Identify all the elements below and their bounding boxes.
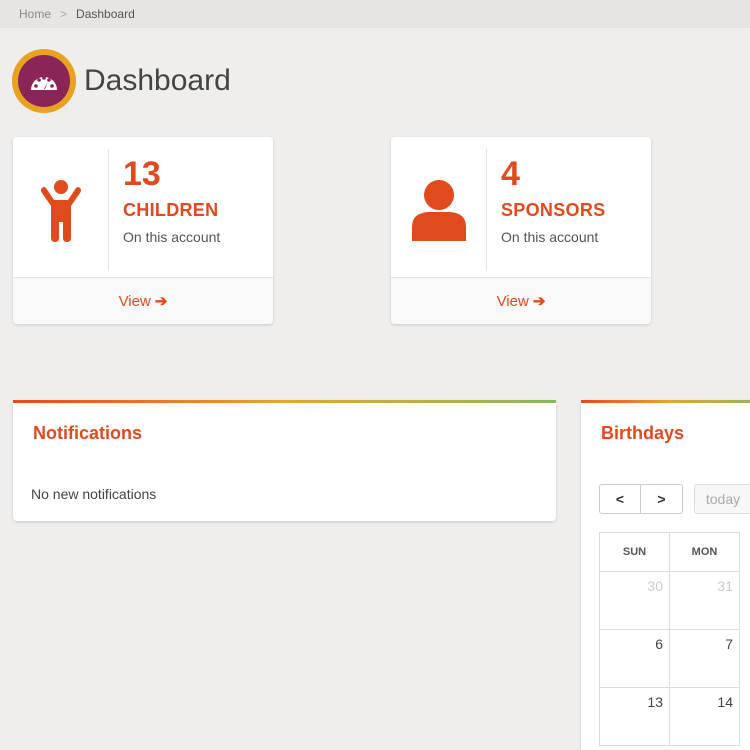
page-title: Dashboard — [84, 64, 231, 97]
notifications-panel: Notifications No new notifications — [13, 400, 556, 521]
breadcrumb-separator: > — [60, 7, 68, 21]
calendar-day[interactable]: 30 — [599, 571, 670, 630]
children-subtext: On this account — [123, 229, 221, 245]
breadcrumb: Home > Dashboard — [0, 0, 750, 28]
speedometer-icon — [18, 55, 70, 107]
breadcrumb-home-link[interactable]: Home — [19, 7, 51, 21]
calendar-day[interactable]: 13 — [599, 687, 670, 746]
sponsors-subtext: On this account — [501, 229, 599, 245]
calendar-day[interactable]: 14 — [669, 687, 740, 746]
arrow-right-icon: ➔ — [154, 293, 168, 310]
dashboard-badge — [12, 49, 76, 113]
notifications-empty-text: No new notifications — [31, 486, 157, 502]
birthdays-title: Birthdays — [601, 423, 685, 443]
chevron-right-icon: > — [657, 491, 666, 507]
birthdays-panel: Birthdays < > today SUN MON 30 31 6 7 13… — [581, 400, 750, 750]
page-header: Dashboard — [12, 49, 231, 113]
person-icon — [391, 149, 487, 271]
calendar-prev-button[interactable]: < — [599, 484, 641, 514]
calendar-next-button[interactable]: > — [641, 484, 683, 514]
children-label: CHILDREN — [123, 200, 219, 220]
calendar-day[interactable]: 6 — [599, 629, 670, 688]
sponsors-card: 4 SPONSORS On this account View ➔ — [391, 137, 651, 324]
view-label: View — [496, 292, 529, 310]
chevron-left-icon: < — [615, 491, 625, 507]
weekday-header: MON — [669, 532, 740, 572]
child-icon — [13, 149, 109, 271]
weekday-header: SUN — [599, 532, 670, 572]
arrow-right-icon: ➔ — [532, 293, 546, 310]
sponsors-count: 4 — [501, 155, 520, 193]
view-label: View — [118, 292, 151, 310]
calendar-today-button[interactable]: today — [694, 484, 750, 514]
calendar-day[interactable]: 31 — [669, 571, 740, 630]
sponsors-view-link[interactable]: View ➔ — [391, 277, 651, 324]
calendar-grid: SUN MON 30 31 6 7 13 14 — [599, 532, 740, 746]
breadcrumb-current: Dashboard — [76, 7, 135, 21]
children-view-link[interactable]: View ➔ — [13, 277, 273, 324]
children-count: 13 — [123, 155, 161, 193]
children-card: 13 CHILDREN On this account View ➔ — [13, 137, 273, 324]
sponsors-label: SPONSORS — [501, 200, 606, 220]
notifications-title: Notifications — [33, 423, 143, 443]
calendar-day[interactable]: 7 — [669, 629, 740, 688]
calendar-nav: < > — [599, 484, 683, 514]
